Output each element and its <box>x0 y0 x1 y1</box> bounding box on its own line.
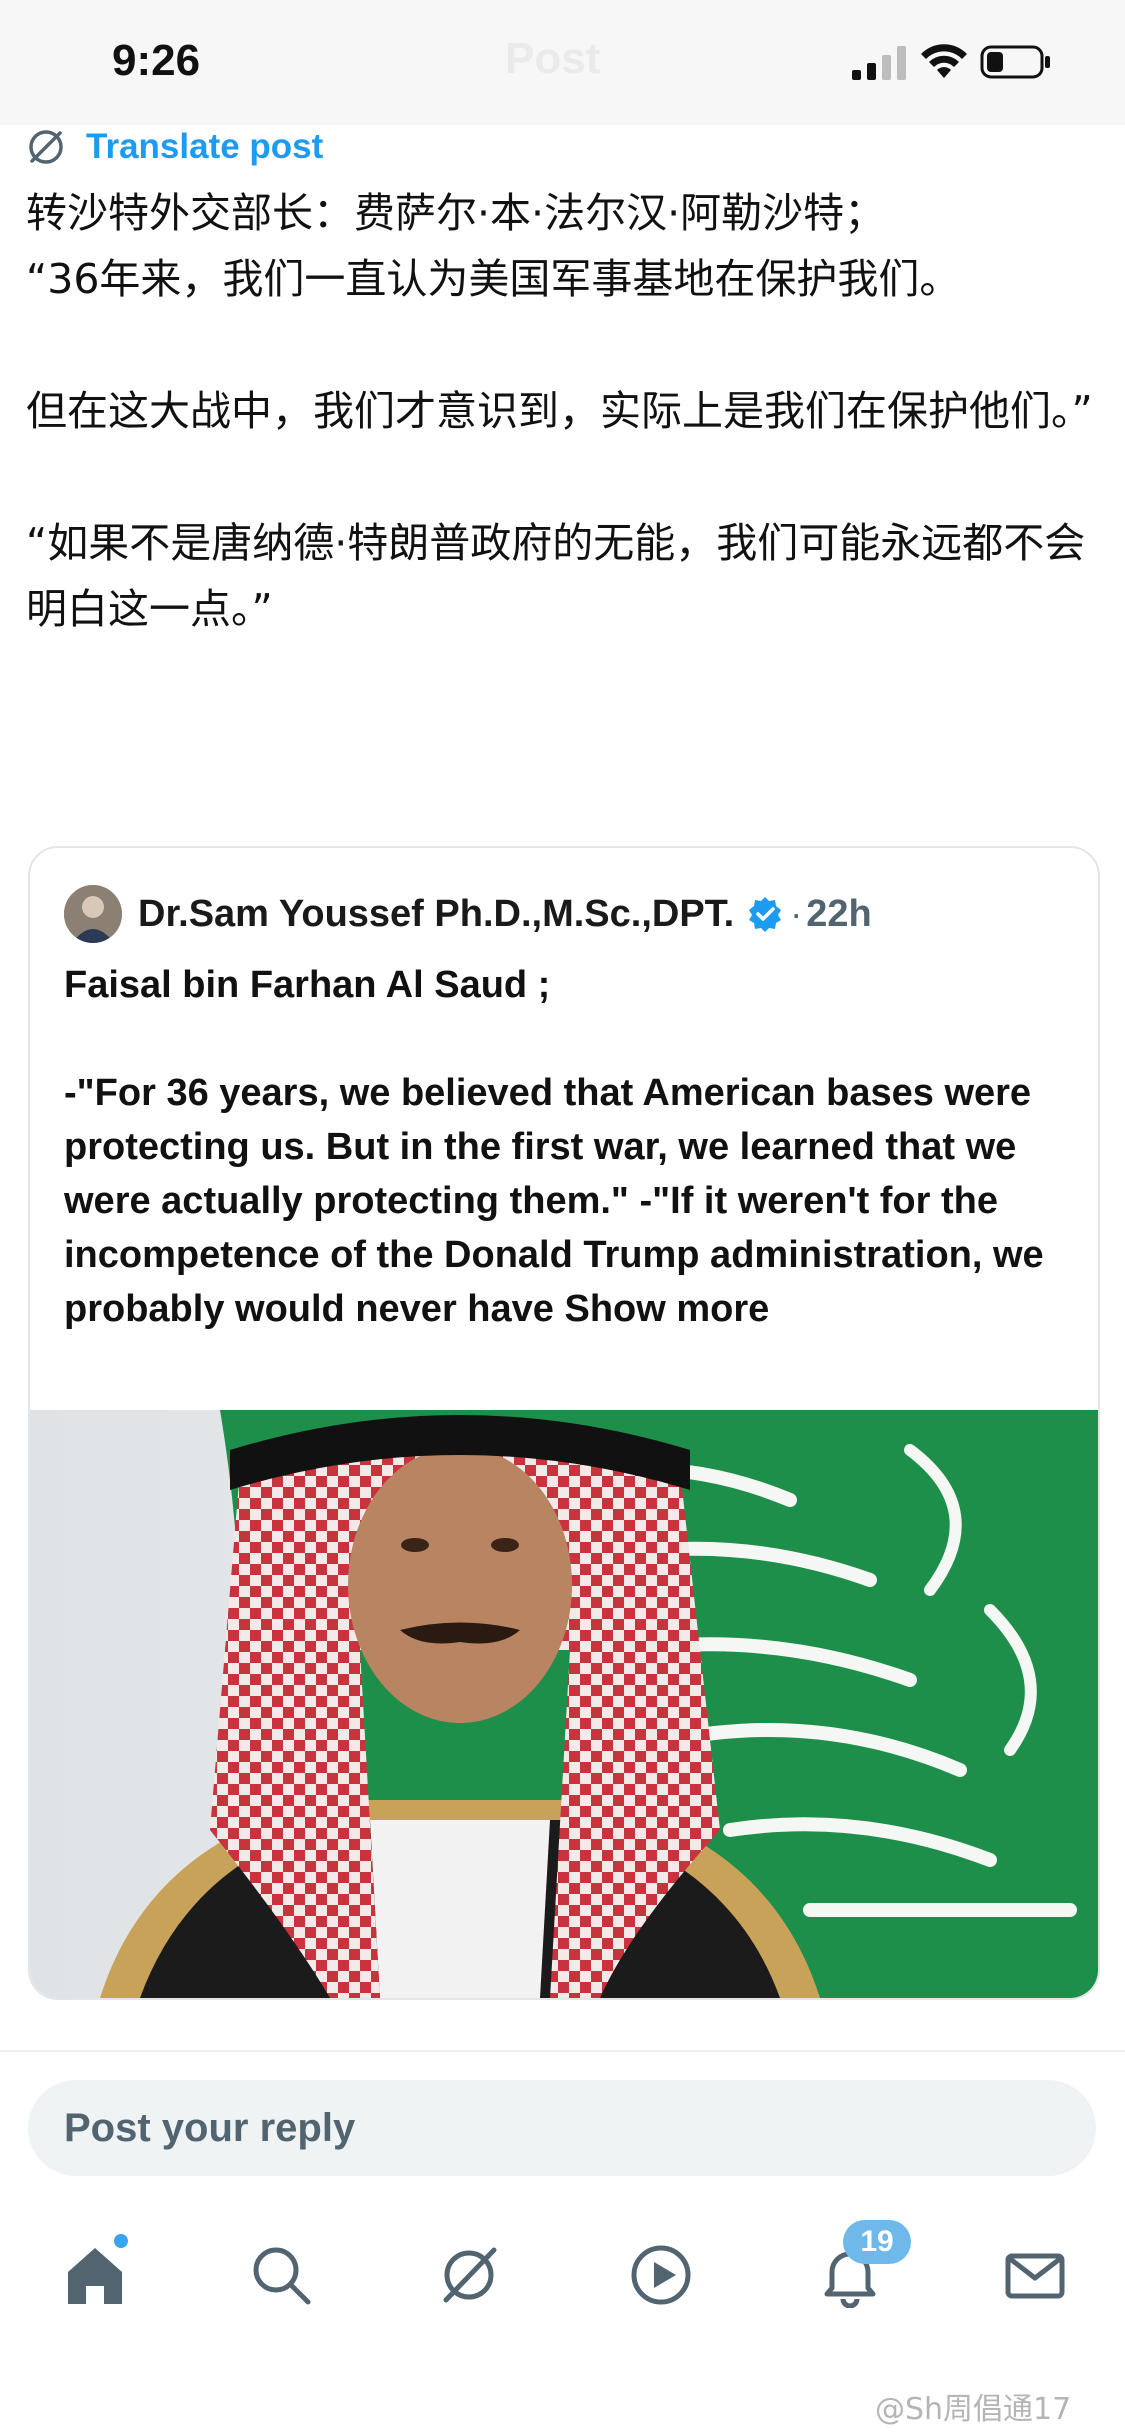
status-time: 9:26 <box>112 36 201 85</box>
author-name[interactable]: Dr.Sam Youssef Ph.D.,M.Sc.,DPT. <box>138 893 734 936</box>
quoted-body-copy: -"For 36 years, we believed that America… <box>64 1072 1044 1330</box>
video-icon <box>631 2245 691 2305</box>
translate-post-button[interactable]: Translate post <box>26 122 323 172</box>
post-text: 转沙特外交部长：费萨尔·本·法尔汉·阿勒沙特； “36年来，我们一直认为美国军事… <box>26 180 1106 642</box>
post-line: 但在这大战中，我们才意识到，实际上是我们在保护他们。” <box>26 387 1093 435</box>
avatar[interactable] <box>64 885 122 943</box>
nav-notifications[interactable]: 19 <box>795 2220 911 2330</box>
post-image[interactable] <box>30 1410 1098 1998</box>
notification-count-badge: 19 <box>843 2220 911 2264</box>
quoted-body-text: -"For 36 years, we believed that America… <box>64 1066 1074 1336</box>
signal-icon <box>852 46 906 80</box>
reply-input[interactable]: Post your reply <box>28 2080 1096 2176</box>
post-timestamp: 22h <box>806 892 872 935</box>
translate-post-label: Translate post <box>86 127 324 166</box>
nav-search[interactable] <box>226 2220 336 2330</box>
nav-grok[interactable] <box>414 2220 524 2330</box>
quoted-post-body: Faisal bin Farhan Al Saud ; -"For 36 yea… <box>64 958 1074 1336</box>
watermark: @Sh周倡通17 <box>875 2392 1072 2427</box>
nav-messages[interactable] <box>980 2220 1090 2330</box>
reply-placeholder: Post your reply <box>64 2106 356 2150</box>
quoted-title-line: Faisal bin Farhan Al Saud ; <box>64 964 551 1006</box>
separator-dot: · <box>790 893 803 934</box>
show-more-link[interactable]: Show more <box>564 1288 769 1330</box>
home-notification-dot <box>114 2234 128 2248</box>
battery-icon <box>980 45 1050 79</box>
verified-badge-icon <box>749 897 782 932</box>
wifi-icon <box>921 44 967 78</box>
nav-video[interactable] <box>606 2220 716 2330</box>
divider <box>0 2050 1125 2052</box>
home-icon <box>68 2248 122 2304</box>
nav-home[interactable] <box>40 2220 150 2330</box>
quoted-post-card[interactable]: Dr.Sam Youssef Ph.D.,M.Sc.,DPT. · 22h Fa… <box>28 846 1100 2000</box>
post-line: “如果不是唐纳德·特朗普政府的无能，我们可能永远都不会明白这一点。” <box>26 519 1086 633</box>
post-line: 转沙特外交部长：费萨尔·本·法尔汉·阿勒沙特； <box>26 189 886 237</box>
status-bar: 9:26 Post <box>0 0 1125 125</box>
search-icon <box>253 2247 311 2305</box>
grok-icon <box>443 2247 497 2303</box>
header-title: Post <box>505 34 601 83</box>
quoted-post-header: Dr.Sam Youssef Ph.D.,M.Sc.,DPT. · 22h <box>64 884 872 944</box>
post-line: “36年来，我们一直认为美国军事基地在保护我们。 <box>26 255 961 303</box>
messages-icon <box>1005 2253 1065 2299</box>
bottom-navigation: 19 <box>0 2220 1125 2340</box>
translate-icon <box>29 130 63 164</box>
